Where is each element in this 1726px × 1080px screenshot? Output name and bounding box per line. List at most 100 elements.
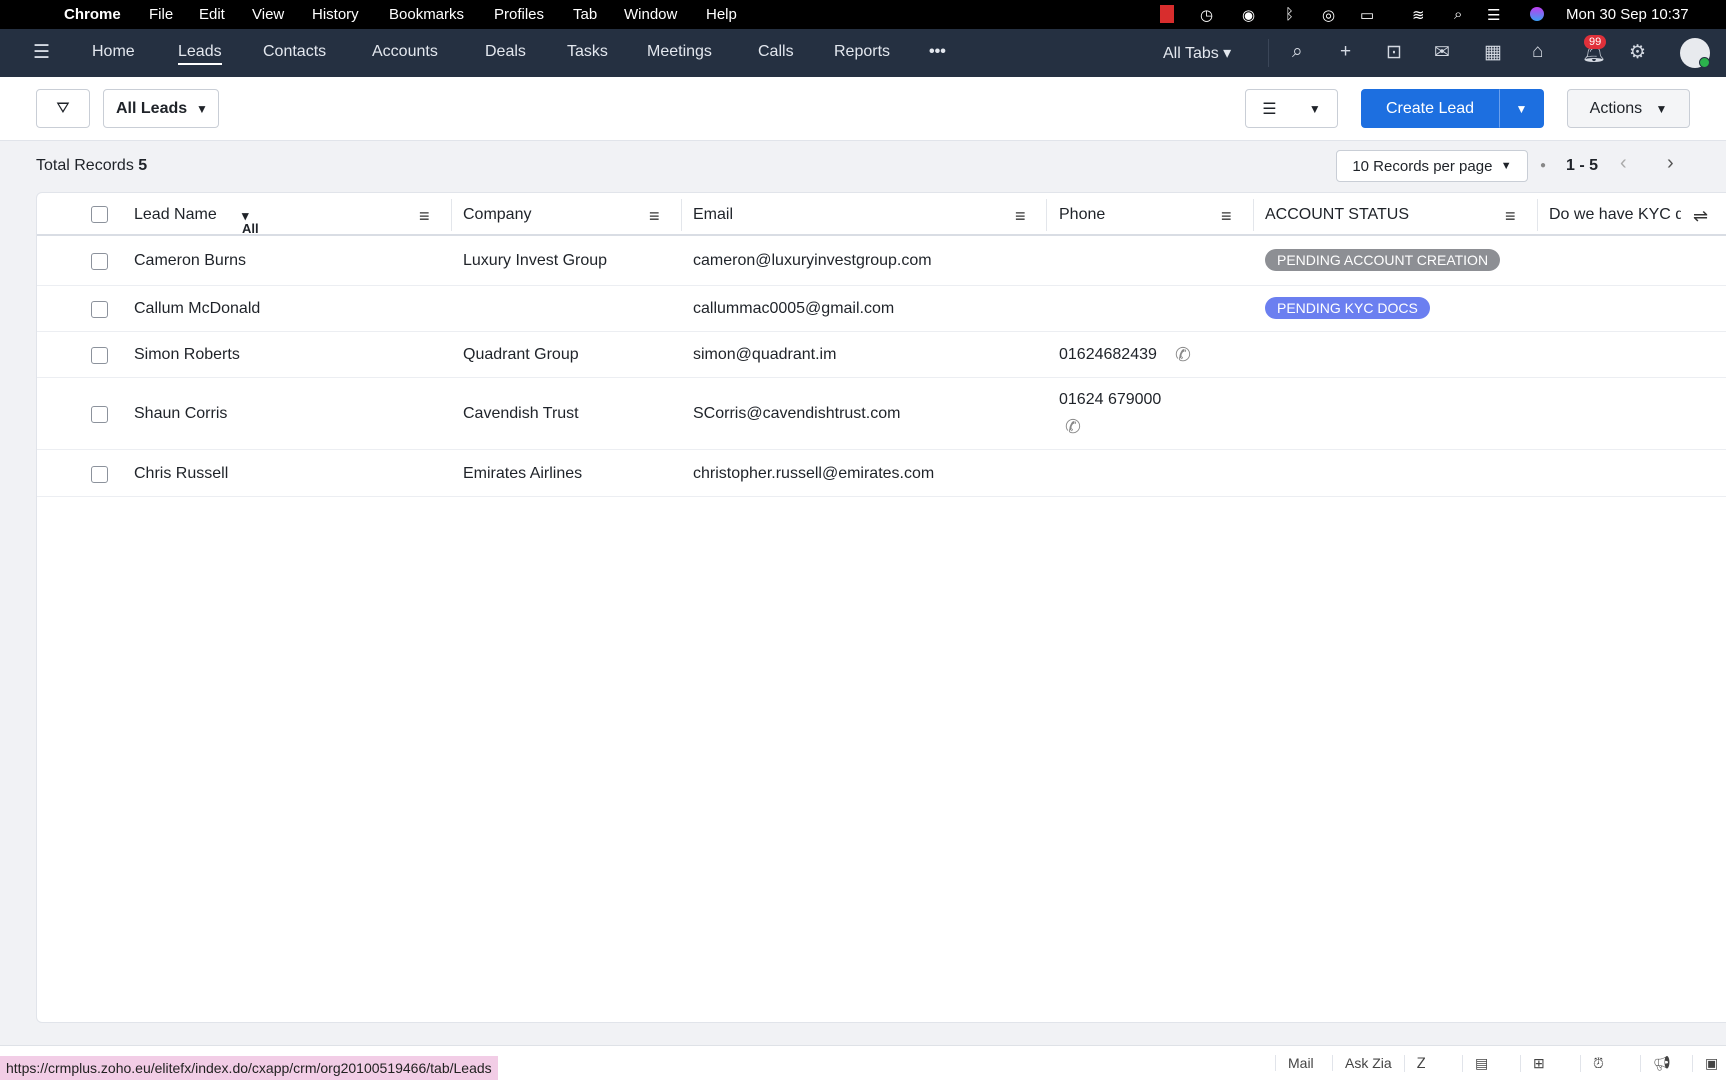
search-icon[interactable]: ⌕: [1292, 41, 1303, 63]
column-menu-icon[interactable]: ≡: [1015, 206, 1026, 227]
select-all-checkbox[interactable]: [91, 206, 108, 223]
row-checkbox[interactable]: [91, 465, 108, 483]
airdrop-icon[interactable]: ◉: [1242, 6, 1255, 24]
menu-profiles[interactable]: Profiles: [494, 6, 544, 23]
search-icon[interactable]: ⌕: [1454, 6, 1462, 23]
menu-bookmarks[interactable]: Bookmarks: [389, 6, 464, 23]
column-menu-icon[interactable]: ≡: [419, 206, 430, 227]
column-divider[interactable]: [451, 199, 452, 231]
email-link[interactable]: christopher.russell@emirates.com: [693, 465, 934, 483]
notes-icon[interactable]: ▤: [1462, 1055, 1488, 1072]
control-center-icon[interactable]: ☰: [1487, 6, 1500, 24]
email-link[interactable]: cameron@luxuryinvestgroup.com: [693, 252, 932, 270]
prev-page-button[interactable]: ‹: [1620, 152, 1627, 175]
filter-button[interactable]: ⛛: [36, 89, 90, 128]
actions-button[interactable]: Actions ▼: [1567, 89, 1690, 128]
calendar-icon[interactable]: ▦: [1484, 41, 1502, 64]
tab-leads[interactable]: Leads: [178, 43, 222, 65]
lead-name-link[interactable]: Simon Roberts: [134, 346, 240, 364]
hamburger-menu-icon[interactable]: ☰: [33, 41, 50, 64]
records-per-page-select[interactable]: 10 Records per page ▼: [1336, 150, 1528, 182]
lead-name-link[interactable]: Cameron Burns: [134, 252, 246, 270]
row-checkbox[interactable]: [91, 301, 108, 318]
table-row[interactable]: Chris Russell Emirates Airlines christop…: [37, 450, 1726, 497]
macos-menubar: Chrome File Edit View History Bookmarks …: [0, 0, 1726, 29]
column-divider[interactable]: [681, 199, 682, 231]
col-lead-name[interactable]: Lead Name: [134, 206, 217, 224]
column-menu-icon[interactable]: ≡: [1221, 206, 1232, 227]
email-link[interactable]: simon@quadrant.im: [693, 346, 836, 364]
time-machine-icon[interactable]: ◷: [1200, 6, 1213, 24]
column-divider[interactable]: [1253, 199, 1254, 231]
column-menu-icon[interactable]: ≡: [1505, 206, 1516, 227]
col-phone[interactable]: Phone: [1059, 206, 1105, 224]
menu-tab[interactable]: Tab: [573, 6, 597, 23]
tab-deals[interactable]: Deals: [485, 43, 526, 61]
row-checkbox[interactable]: [91, 406, 108, 423]
tab-tasks[interactable]: Tasks: [567, 43, 608, 61]
mail-icon[interactable]: ✉: [1434, 41, 1450, 64]
lead-filter-dropdown[interactable]: All ▾: [242, 208, 259, 236]
tab-calls[interactable]: Calls: [758, 43, 794, 61]
tab-reports[interactable]: Reports: [834, 43, 890, 61]
email-link[interactable]: callummac0005@gmail.com: [693, 300, 894, 318]
divider: [1268, 39, 1269, 67]
lead-name-link[interactable]: Callum McDonald: [134, 300, 260, 318]
phone-call-icon[interactable]: ✆: [1065, 416, 1081, 439]
tab-home[interactable]: Home: [92, 43, 135, 61]
alarm-icon[interactable]: ⏰︎: [1580, 1055, 1604, 1072]
email-link[interactable]: SCorris@cavendishtrust.com: [693, 405, 900, 423]
next-page-button[interactable]: ›: [1667, 152, 1674, 175]
record-icon[interactable]: [1160, 5, 1174, 23]
mail-button[interactable]: Mail: [1275, 1055, 1314, 1071]
phone-call-icon[interactable]: ✆: [1175, 344, 1191, 367]
menu-history[interactable]: History: [312, 6, 359, 23]
col-kyc[interactable]: Do we have KYC d: [1549, 206, 1681, 224]
more-tabs-button[interactable]: •••: [929, 43, 946, 61]
table-row[interactable]: Shaun Corris Cavendish Trust SCorris@cav…: [37, 378, 1726, 450]
chat-icon[interactable]: ▣: [1692, 1055, 1718, 1072]
column-divider[interactable]: [1046, 199, 1047, 231]
col-account-status[interactable]: ACCOUNT STATUS: [1265, 206, 1409, 224]
table-row[interactable]: Callum McDonald callummac0005@gmail.com P…: [37, 286, 1726, 332]
menu-edit[interactable]: Edit: [199, 6, 225, 23]
tab-accounts[interactable]: Accounts: [372, 43, 438, 61]
tab-meetings[interactable]: Meetings: [647, 43, 712, 61]
menu-window[interactable]: Window: [624, 6, 677, 23]
table-row[interactable]: Cameron Burns Luxury Invest Group camero…: [37, 236, 1726, 286]
analytics-icon[interactable]: ⊡: [1386, 41, 1402, 64]
row-checkbox[interactable]: [91, 253, 108, 270]
plus-icon[interactable]: +: [1340, 41, 1351, 63]
gear-icon[interactable]: ⚙: [1629, 41, 1646, 64]
all-tabs-dropdown[interactable]: All Tabs ▾: [1163, 43, 1231, 63]
col-company[interactable]: Company: [463, 206, 531, 224]
menu-view[interactable]: View: [252, 6, 284, 23]
siri-icon[interactable]: [1530, 7, 1544, 21]
menu-file[interactable]: File: [149, 6, 173, 23]
marketplace-icon[interactable]: ⌂: [1532, 41, 1543, 63]
row-checkbox[interactable]: [91, 347, 108, 364]
announcement-icon[interactable]: 📢︎: [1640, 1055, 1671, 1072]
column-menu-icon[interactable]: ≡: [649, 206, 660, 227]
view-selector[interactable]: All Leads ▼: [103, 89, 219, 128]
menu-app[interactable]: Chrome: [64, 6, 121, 23]
lead-name-link[interactable]: Shaun Corris: [134, 405, 227, 423]
user-icon[interactable]: ◎: [1322, 6, 1335, 24]
ask-zia-button[interactable]: Ask Zia: [1332, 1055, 1392, 1071]
table-row[interactable]: Simon Roberts Quadrant Group simon@quadr…: [37, 332, 1726, 378]
tab-contacts[interactable]: Contacts: [263, 43, 326, 61]
battery-icon[interactable]: ▭: [1360, 6, 1374, 24]
menu-help[interactable]: Help: [706, 6, 737, 23]
phone-cell: 01624682439: [1059, 346, 1157, 363]
translate-icon[interactable]: Ꮓ: [1404, 1055, 1426, 1072]
bluetooth-icon[interactable]: ᛒ: [1285, 6, 1294, 23]
column-settings-icon[interactable]: ⇌: [1693, 206, 1708, 227]
list-view-toggle[interactable]: ☰ ▼: [1245, 89, 1338, 128]
screen-share-icon[interactable]: ⊞: [1520, 1055, 1545, 1072]
col-email[interactable]: Email: [693, 206, 733, 224]
column-divider[interactable]: [1537, 199, 1538, 231]
create-lead-button[interactable]: Create Lead: [1361, 89, 1499, 128]
lead-name-link[interactable]: Chris Russell: [134, 465, 228, 483]
wifi-icon[interactable]: ≋: [1412, 6, 1425, 24]
create-options-dropdown[interactable]: ▼: [1499, 89, 1544, 128]
